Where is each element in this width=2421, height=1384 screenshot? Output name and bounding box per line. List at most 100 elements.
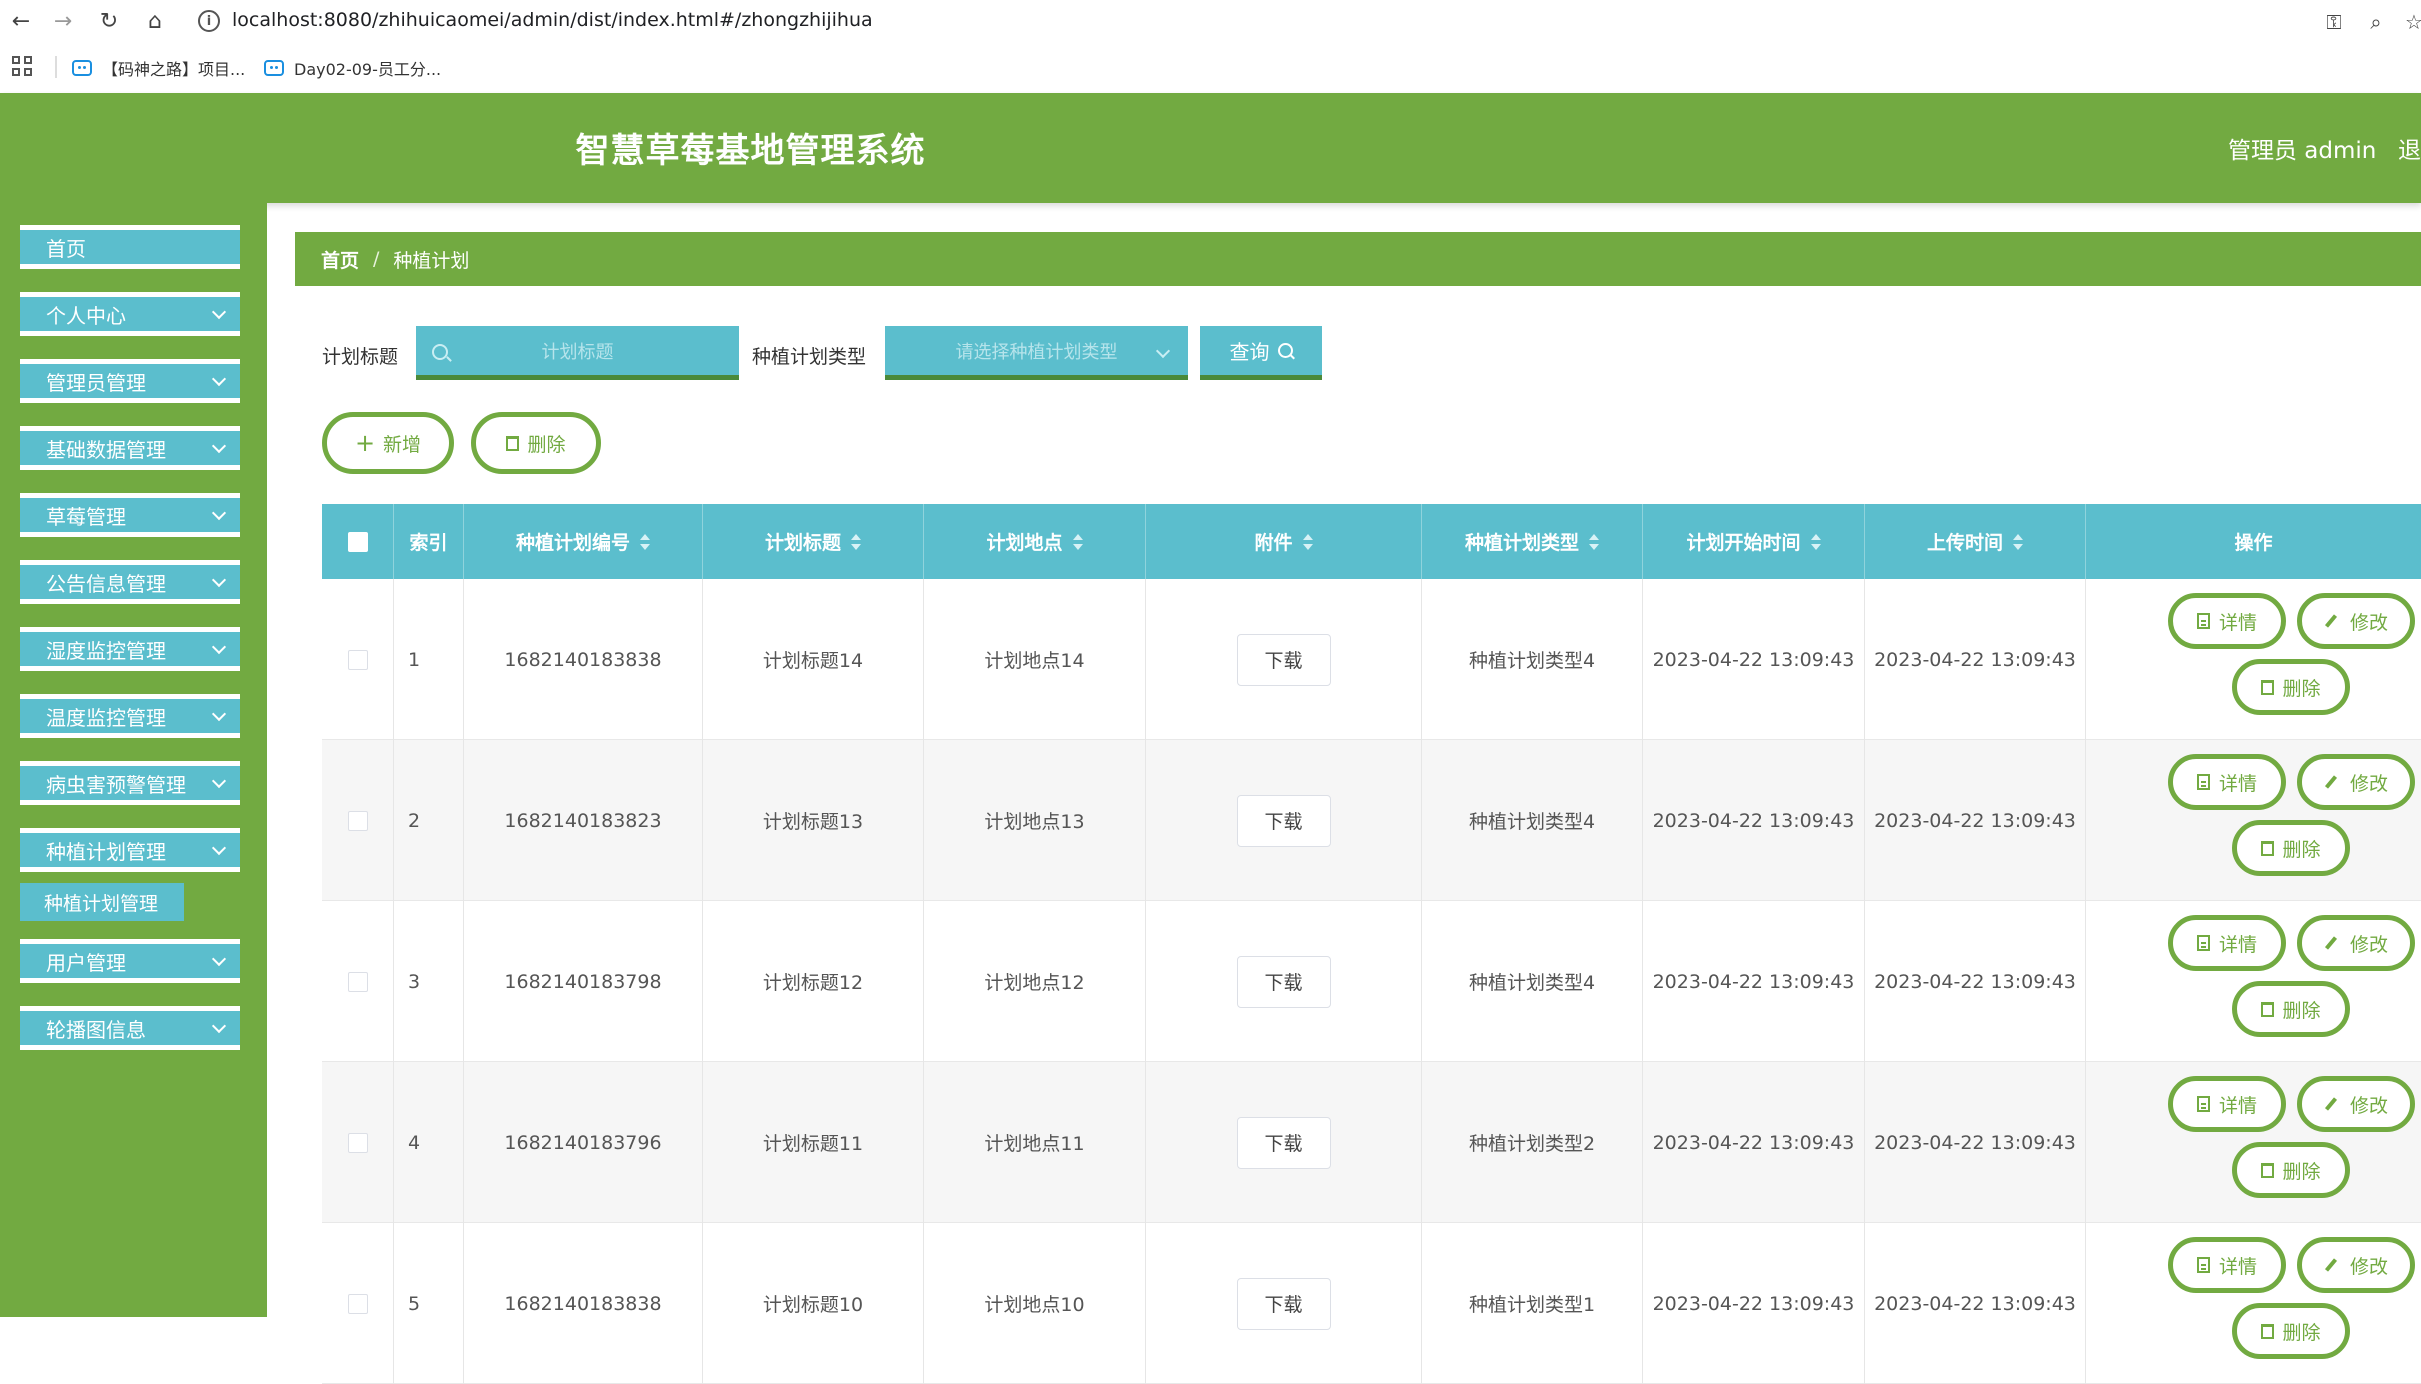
detail-button[interactable]: 详情	[2168, 754, 2286, 810]
delete-button[interactable]: 删除	[2232, 981, 2350, 1037]
add-button[interactable]: + 新增	[322, 412, 454, 474]
sidebar-item-strawberry[interactable]: 草莓管理	[20, 493, 240, 537]
sidebar-item-personal[interactable]: 个人中心	[20, 292, 240, 336]
column-header-upload-time[interactable]: 上传时间	[1865, 504, 2086, 579]
row-checkbox[interactable]	[347, 1132, 368, 1153]
reload-icon[interactable]: ↻	[94, 6, 124, 36]
bookmark-item[interactable]: Day02-09-员工分...	[264, 56, 441, 80]
site-info-icon[interactable]: i	[198, 10, 220, 32]
row-checkbox[interactable]	[347, 649, 368, 670]
batch-delete-button[interactable]: 删除	[471, 412, 601, 474]
sidebar-item-label: 轮播图信息	[46, 1017, 146, 1042]
download-button[interactable]: 下载	[1236, 794, 1331, 847]
current-user[interactable]: 管理员 admin	[2228, 131, 2376, 165]
delete-button[interactable]: 删除	[2232, 1303, 2350, 1359]
sidebar-item-label: 管理员管理	[46, 370, 146, 395]
trash-icon	[506, 435, 520, 451]
download-button[interactable]: 下载	[1236, 1277, 1331, 1330]
sidebar-item-carousel[interactable]: 轮播图信息	[20, 1006, 240, 1050]
chevron-down-icon	[211, 371, 227, 387]
download-button[interactable]: 下载	[1236, 633, 1331, 686]
sidebar-item-label: 湿度监控管理	[46, 638, 166, 663]
row-checkbox[interactable]	[347, 971, 368, 992]
detail-button[interactable]: 详情	[2168, 1237, 2286, 1293]
row-select-cell	[322, 901, 394, 1062]
cell-upload-time: 2023-04-22 13:09:43	[1865, 1062, 2086, 1223]
column-header-attachment[interactable]: 附件	[1146, 504, 1422, 579]
table-header: 索引 种植计划编号 计划标题 计划地点 附件 种植计划类型 计划开始时间 上传时…	[322, 504, 2421, 579]
cell-code: 1682140183796	[464, 1062, 703, 1223]
delete-button[interactable]: 删除	[2232, 820, 2350, 876]
table-row: 5 1682140183838 计划标题10 计划地点10 下载 种植计划类型1…	[322, 1223, 2421, 1384]
sidebar-item-pest-warning[interactable]: 病虫害预警管理	[20, 761, 240, 805]
sidebar-item-users[interactable]: 用户管理	[20, 939, 240, 983]
sort-icon[interactable]	[2013, 533, 2023, 551]
sidebar-item-notices[interactable]: 公告信息管理	[20, 560, 240, 604]
detail-button[interactable]: 详情	[2168, 593, 2286, 649]
cell-place: 计划地点14	[924, 579, 1146, 740]
forward-icon[interactable]: →	[48, 6, 78, 36]
table-row: 4 1682140183796 计划标题11 计划地点11 下载 种植计划类型2…	[322, 1062, 2421, 1223]
edit-button[interactable]: 修改	[2297, 754, 2415, 810]
sort-icon[interactable]	[640, 533, 650, 551]
edit-icon	[2324, 775, 2338, 789]
sidebar-item-base-data[interactable]: 基础数据管理	[20, 426, 240, 470]
sort-icon[interactable]	[1810, 533, 1821, 551]
edit-button[interactable]: 修改	[2297, 1076, 2415, 1132]
delete-button[interactable]: 删除	[2232, 1142, 2350, 1198]
sidebar-item-label: 用户管理	[46, 950, 126, 975]
row-checkbox[interactable]	[347, 810, 368, 831]
download-button[interactable]: 下载	[1236, 1116, 1331, 1169]
sort-icon[interactable]	[851, 533, 861, 551]
chevron-down-icon	[211, 438, 227, 454]
trash-icon	[2261, 840, 2275, 856]
sidebar-item-temperature[interactable]: 温度监控管理	[20, 694, 240, 738]
row-checkbox[interactable]	[347, 1293, 368, 1314]
detail-button[interactable]: 详情	[2168, 915, 2286, 971]
sort-icon[interactable]	[1589, 533, 1599, 551]
download-button[interactable]: 下载	[1236, 955, 1331, 1008]
cell-index: 5	[394, 1223, 464, 1384]
star-icon[interactable]: ☆	[2400, 8, 2421, 36]
delete-button[interactable]: 删除	[2232, 659, 2350, 715]
zoom-icon[interactable]: ⌕	[2362, 8, 2390, 36]
sidebar-item-planting-plan[interactable]: 种植计划管理	[20, 828, 240, 872]
home-icon[interactable]: ⌂	[140, 6, 170, 36]
key-icon[interactable]: ⚿	[2320, 8, 2348, 36]
breadcrumb-home[interactable]: 首页	[321, 246, 359, 273]
sidebar-item-humidity[interactable]: 湿度监控管理	[20, 627, 240, 671]
query-button[interactable]: 查询	[1200, 326, 1322, 380]
sidebar-item-home[interactable]: 首页	[20, 225, 240, 269]
column-header-title[interactable]: 计划标题	[703, 504, 924, 579]
column-header-actions: 操作	[2234, 532, 2273, 554]
sidebar-item-admins[interactable]: 管理员管理	[20, 359, 240, 403]
edit-button[interactable]: 修改	[2297, 915, 2415, 971]
select-all-checkbox[interactable]	[347, 531, 368, 552]
document-icon	[2196, 774, 2210, 790]
column-header-type[interactable]: 种植计划类型	[1422, 504, 1643, 579]
cell-index: 1	[394, 579, 464, 740]
app-title: 智慧草莓基地管理系统	[575, 131, 926, 171]
trash-icon	[2261, 1162, 2275, 1178]
bookmark-item[interactable]: 【码神之路】项目...	[72, 56, 245, 80]
cell-place: 计划地点12	[924, 901, 1146, 1062]
sidebar-subitem-planting-plan[interactable]: 种植计划管理	[20, 883, 184, 921]
sort-icon[interactable]	[1302, 533, 1313, 551]
column-header-place[interactable]: 计划地点	[924, 504, 1146, 579]
breadcrumb-separator: /	[373, 248, 380, 270]
plan-title-label: 计划标题	[322, 346, 399, 368]
edit-button[interactable]: 修改	[2297, 1237, 2415, 1293]
url-field[interactable]: localhost:8080/zhihuicaomei/admin/dist/i…	[232, 9, 873, 31]
plan-title-input[interactable]: 计划标题	[416, 326, 739, 380]
apps-grid-icon[interactable]	[12, 56, 34, 78]
edit-button[interactable]: 修改	[2297, 593, 2415, 649]
bookmark-label: Day02-09-员工分...	[294, 60, 442, 79]
column-header-start-time[interactable]: 计划开始时间	[1643, 504, 1865, 579]
back-icon[interactable]: ←	[6, 6, 36, 36]
detail-button[interactable]: 详情	[2168, 1076, 2286, 1132]
column-header-code[interactable]: 种植计划编号	[464, 504, 703, 579]
sort-icon[interactable]	[1072, 533, 1083, 551]
trash-icon	[2261, 1323, 2275, 1339]
plan-type-select[interactable]: 请选择种植计划类型	[885, 326, 1188, 380]
logout-link[interactable]: 退	[2398, 131, 2421, 165]
